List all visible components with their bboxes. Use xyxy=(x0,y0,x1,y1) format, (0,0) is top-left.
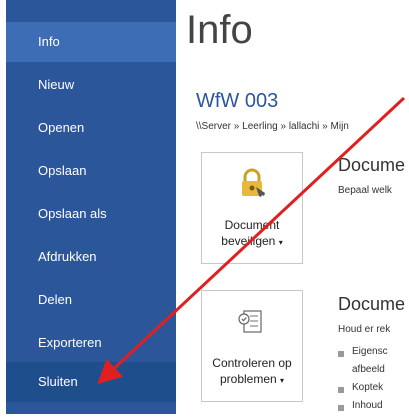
inspect-document-label: Controleren op problemen ▾ xyxy=(212,356,292,386)
sidebar-item-delen[interactable]: Delen xyxy=(6,280,176,320)
info-panel: Info WfW 003 \\Server » Leerling » lalla… xyxy=(176,0,409,414)
protect-document-label: Document beveiligen ▾ xyxy=(221,218,283,248)
sidebar-item-opslaan[interactable]: Opslaan xyxy=(6,151,176,191)
sidebar-item-sluiten[interactable]: Sluiten xyxy=(6,362,176,402)
inspect-section-desc: Houd er rek xyxy=(338,324,391,335)
sidebar-item-openen[interactable]: Openen xyxy=(6,108,176,148)
document-path[interactable]: \\Server » Leerling » lallachi » Mijn xyxy=(196,121,349,132)
list-item: Inhoud xyxy=(338,400,388,418)
sidebar-item-afdrukken[interactable]: Afdrukken xyxy=(6,237,176,277)
backstage-nav: Info Nieuw Openen Opslaan Opslaan als Af… xyxy=(6,22,176,402)
checklist-icon xyxy=(238,310,262,333)
list-item-continued: afbeeld xyxy=(352,364,385,375)
sidebar-item-exporteren[interactable]: Exporteren xyxy=(6,323,176,363)
document-name: WfW 003 xyxy=(196,90,279,112)
list-item: Koptek xyxy=(338,382,388,400)
inspect-section-title: Docume xyxy=(338,294,406,314)
list-item: Eigensc xyxy=(338,346,388,364)
backstage-sidebar: Info Nieuw Openen Opslaan Opslaan als Af… xyxy=(0,0,176,414)
protect-section-title: Docume xyxy=(338,155,406,175)
sidebar-item-opslaan-als[interactable]: Opslaan als xyxy=(6,194,176,234)
sidebar-item-info[interactable]: Info xyxy=(6,22,176,62)
protect-document-button[interactable]: Document beveiligen ▾ xyxy=(201,152,303,264)
inspect-document-button[interactable]: Controleren op problemen ▾ xyxy=(201,290,303,402)
protect-section-desc: Bepaal welk xyxy=(338,185,392,196)
sidebar-item-nieuw[interactable]: Nieuw xyxy=(6,65,176,105)
page-title: Info xyxy=(186,8,253,52)
lock-key-icon xyxy=(242,168,265,197)
inspect-bullet-list: Eigensc afbeeld Koptek Inhoud xyxy=(338,346,388,418)
